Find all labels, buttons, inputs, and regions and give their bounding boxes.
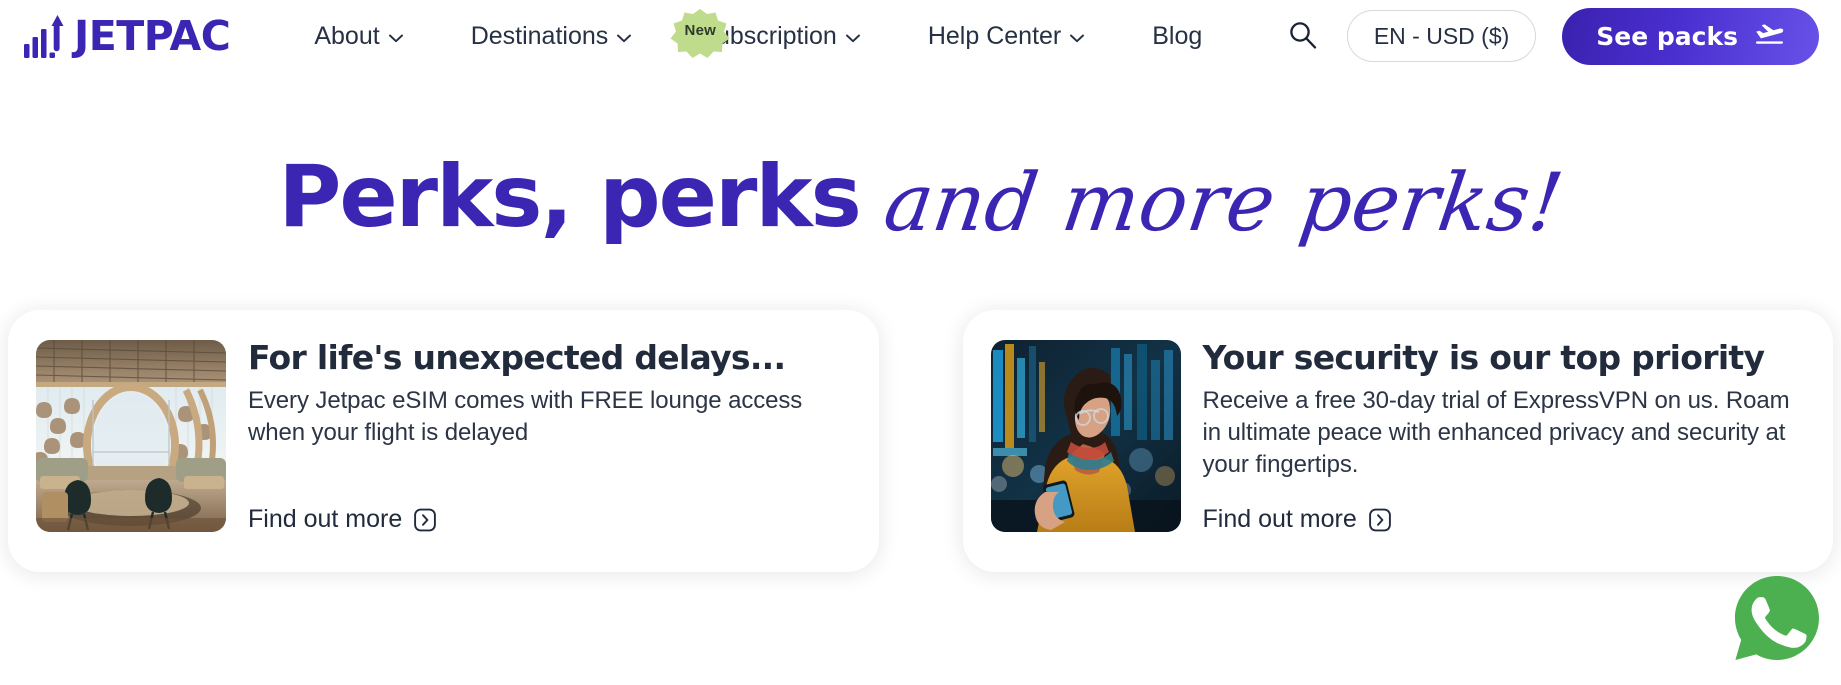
currency-label: EN - USD ($) <box>1373 22 1510 49</box>
site-header: JETPAC About Destinations New Subscripti… <box>0 0 1841 72</box>
perk-card-lounge[interactable]: For life's unexpected delays... Every Je… <box>8 310 879 572</box>
whatsapp-icon <box>1732 573 1822 663</box>
nav-item-about[interactable]: About <box>280 21 436 50</box>
main-navigation: About Destinations New Subscription Help… <box>280 8 1236 58</box>
card-body: For life's unexpected delays... Every Je… <box>248 338 843 533</box>
nav-item-help-center[interactable]: Help Center <box>894 21 1118 50</box>
card-description: Receive a free 30-day trial of ExpressVP… <box>1202 386 1790 478</box>
find-out-more-label: Find out more <box>248 505 403 533</box>
see-packs-label: See packs <box>1596 21 1738 51</box>
chevron-down-icon <box>617 34 632 43</box>
brand-name: JETPAC <box>74 11 231 60</box>
plane-takeoff-icon <box>1754 21 1785 52</box>
card-body: Your security is our top priority Receiv… <box>1202 338 1798 532</box>
search-icon <box>1288 20 1317 52</box>
chevron-right-boxed-icon <box>414 508 437 532</box>
find-out-more-label: Find out more <box>1202 505 1357 533</box>
card-image-lounge <box>36 340 226 532</box>
chevron-down-icon <box>845 34 860 43</box>
nav-item-label: About <box>314 21 380 50</box>
nav-item-label: Help Center <box>927 21 1062 50</box>
hero-title-bold: Perks, perks <box>278 147 861 247</box>
page-title: Perks, perks and more perks! <box>278 147 1568 249</box>
see-packs-button[interactable]: See packs <box>1562 7 1819 65</box>
find-out-more-link[interactable]: Find out more <box>248 505 437 533</box>
nav-item-destinations[interactable]: Destinations <box>437 21 666 50</box>
card-title: For life's unexpected delays... <box>248 338 786 377</box>
chevron-down-icon <box>1070 34 1085 43</box>
card-image-security <box>990 340 1181 532</box>
perks-card-grid: For life's unexpected delays... Every Je… <box>0 310 1841 572</box>
language-currency-selector[interactable]: EN - USD ($) <box>1346 10 1537 62</box>
card-description: Every Jetpac eSIM comes with FREE lounge… <box>248 386 803 446</box>
chevron-right-boxed-icon <box>1368 508 1391 532</box>
nav-item-blog[interactable]: Blog <box>1118 21 1236 50</box>
card-title: Your security is our top priority <box>1202 338 1766 377</box>
find-out-more-link[interactable]: Find out more <box>1203 507 1391 532</box>
nav-item-label: Subscription <box>699 21 837 50</box>
whatsapp-chat-button[interactable] <box>1732 573 1822 663</box>
nav-item-label: Blog <box>1152 21 1203 50</box>
chevron-down-icon <box>388 34 403 43</box>
header-actions: EN - USD ($) See packs <box>1279 7 1819 65</box>
brand-logo[interactable]: JETPAC <box>24 11 231 60</box>
nav-item-label: Destinations <box>470 21 609 50</box>
perk-card-security[interactable]: Your security is our top priority Receiv… <box>962 310 1833 572</box>
hero-title-script: and more perks! <box>878 156 1569 249</box>
search-button[interactable] <box>1279 12 1327 60</box>
bar-chart-arrow-icon <box>24 14 66 58</box>
nav-item-subscription[interactable]: New Subscription <box>665 8 894 58</box>
hero-section: Perks, perks and more perks! <box>0 72 1841 310</box>
